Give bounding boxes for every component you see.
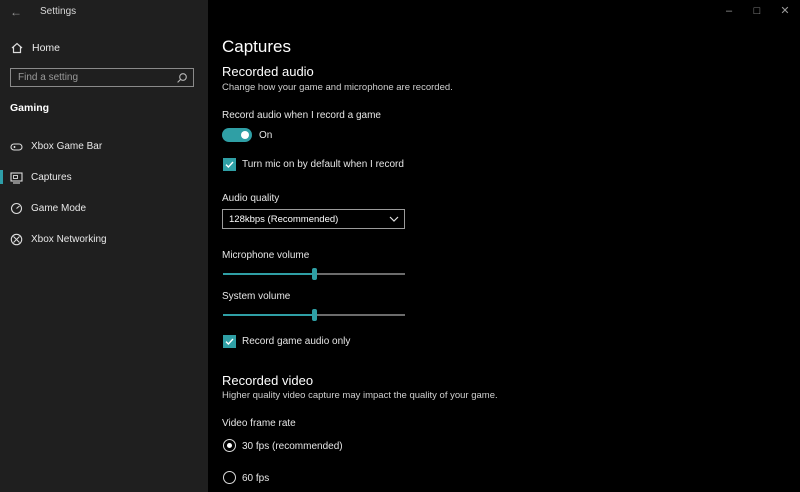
record-audio-label: Record audio when I record a game (222, 110, 381, 121)
sidebar-item-home[interactable]: Home (10, 41, 60, 55)
frame-rate-60fps-radio[interactable] (223, 471, 236, 484)
system-volume-label: System volume (222, 291, 291, 302)
checkmark-icon (225, 338, 234, 346)
section-title: Gaming (10, 102, 50, 114)
sidebar: ← Settings Home Find a setting Gaming Xb… (0, 0, 208, 492)
page-title: Captures (222, 37, 291, 56)
close-icon[interactable]: ✕ (778, 5, 792, 17)
sidebar-item-label: Home (32, 42, 61, 54)
frame-rate-30fps-radio[interactable] (223, 439, 236, 452)
back-arrow-icon[interactable]: ← (10, 6, 24, 18)
sidebar-item-label: Xbox Networking (31, 233, 107, 245)
microphone-volume-slider[interactable] (223, 268, 405, 280)
record-audio-state: On (259, 130, 273, 141)
frame-rate-30fps-label: 30 fps (recommended) (242, 441, 343, 452)
sidebar-item-xbox-game-bar[interactable]: Xbox Game Bar (0, 136, 208, 156)
audio-quality-label: Audio quality (222, 193, 280, 204)
slider-fill (223, 314, 314, 316)
video-frame-rate-label: Video frame rate (222, 418, 296, 429)
record-audio-toggle[interactable] (222, 128, 252, 142)
system-volume-slider[interactable] (223, 309, 405, 321)
home-icon (11, 42, 23, 54)
mic-default-label: Turn mic on by default when I record (242, 159, 404, 170)
sidebar-item-label: Xbox Game Bar (31, 140, 103, 152)
game-mode-icon (10, 202, 23, 214)
radio-dot (227, 443, 232, 448)
maximize-icon[interactable]: □ (750, 5, 764, 17)
search-input[interactable]: Find a setting (10, 68, 194, 87)
sidebar-item-game-mode[interactable]: Game Mode (0, 198, 208, 218)
search-placeholder: Find a setting (18, 72, 79, 83)
sidebar-item-label: Captures (31, 171, 72, 183)
recorded-video-description: Higher quality video capture may impact … (222, 390, 498, 401)
slider-thumb[interactable] (312, 268, 317, 280)
mic-default-checkbox[interactable] (223, 158, 236, 171)
captures-icon (10, 171, 23, 184)
window-title: Settings (40, 6, 77, 17)
sidebar-item-label: Game Mode (31, 202, 87, 214)
audio-quality-value: 128kbps (Recommended) (229, 213, 339, 225)
recorded-audio-description: Change how your game and microphone are … (222, 82, 453, 93)
sidebar-item-captures[interactable]: Captures (0, 167, 208, 187)
slider-fill (223, 273, 314, 275)
xbox-game-bar-icon (10, 142, 23, 151)
slider-thumb[interactable] (312, 309, 317, 321)
recorded-video-heading: Recorded video (222, 373, 314, 388)
frame-rate-60fps-label: 60 fps (242, 473, 270, 484)
checkmark-icon (225, 161, 234, 169)
chevron-down-icon (389, 216, 399, 222)
sidebar-item-xbox-networking[interactable]: Xbox Networking (0, 229, 208, 249)
audio-quality-dropdown[interactable]: 128kbps (Recommended) (222, 209, 405, 229)
toggle-knob (241, 131, 249, 139)
search-icon (177, 72, 187, 83)
game-audio-only-checkbox[interactable] (223, 335, 236, 348)
minimize-icon[interactable]: – (722, 5, 736, 17)
game-audio-only-label: Record game audio only (242, 336, 351, 347)
recorded-audio-heading: Recorded audio (222, 64, 314, 79)
xbox-networking-icon (10, 233, 23, 245)
microphone-volume-label: Microphone volume (222, 250, 310, 261)
